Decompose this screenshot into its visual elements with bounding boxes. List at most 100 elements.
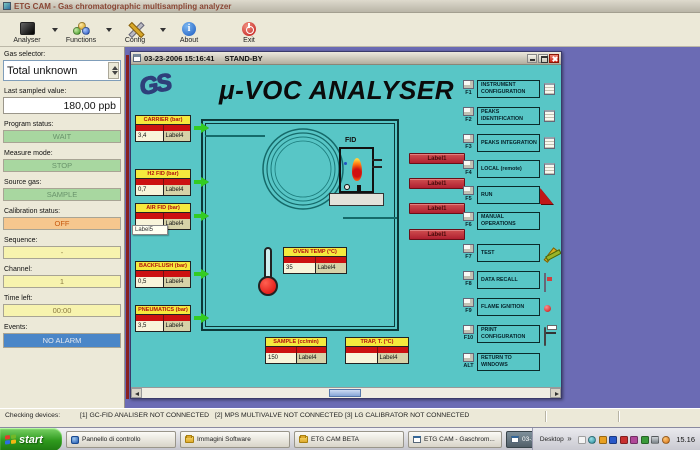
- fkey-row-f3: F3 PEAKS INTEGRATION: [461, 134, 559, 154]
- fid-knob: [344, 184, 350, 190]
- minimize-button[interactable]: [527, 54, 537, 63]
- chevron-down-icon[interactable]: [104, 15, 112, 45]
- page-title: μ-VOC ANALYSER: [219, 75, 454, 106]
- analyser-window-mode: STAND-BY: [224, 54, 262, 63]
- taskbar: start Pannello di controllo Immagini Sof…: [0, 427, 700, 450]
- gas-selector-dropdown[interactable]: Total unknown: [3, 60, 121, 81]
- ignitor-dot: [344, 162, 347, 165]
- about-button[interactable]: About: [166, 15, 212, 45]
- horizontal-scrollbar[interactable]: [131, 387, 561, 398]
- scroll-right-arrow[interactable]: [550, 388, 561, 398]
- analyser-button[interactable]: Analyser: [4, 15, 50, 45]
- gauge-title: H2 FID (bar): [136, 170, 190, 179]
- gauge-title: AIR FID (bar): [136, 204, 190, 213]
- analyser-window: 03-23-2006 15:16:41 STAND-BY GS μ-VOC AN…: [130, 51, 562, 399]
- app-icon: [3, 2, 11, 10]
- peaks-identification-button[interactable]: PEAKS IDENTIFICATION: [477, 107, 540, 125]
- status-led: Label1: [409, 203, 465, 214]
- window-icon: [511, 436, 519, 443]
- desktop-screen: ETG CAM - Gas chromatographic multisampl…: [0, 0, 700, 450]
- run-button[interactable]: RUN: [477, 186, 540, 204]
- gauge-pneumatics: PNEUMATICS (bar) 3,5Label4: [135, 305, 191, 332]
- system-tray: Desktop 15.16: [532, 428, 700, 450]
- gauge-label: Label4: [164, 321, 191, 331]
- start-button-label: start: [19, 434, 43, 446]
- fkey-label: F6: [461, 222, 476, 228]
- exit-button-label: Exit: [243, 37, 255, 44]
- channel-label: Channel:: [4, 266, 120, 273]
- chevron-down-icon[interactable]: [50, 15, 58, 45]
- exit-button[interactable]: Exit: [226, 15, 272, 45]
- maximize-button[interactable]: [538, 54, 548, 63]
- status-led: Label1: [409, 229, 465, 240]
- tray-icon[interactable]: [609, 436, 617, 444]
- fkey-row-f4: F4 LOCAL (remote): [461, 160, 559, 180]
- print-configuration-button[interactable]: PRINT CONFIGURATION: [477, 325, 540, 343]
- config-button[interactable]: Config: [112, 15, 158, 45]
- instrument-configuration-button[interactable]: INSTRUMENT CONFIGURATION: [477, 80, 540, 98]
- fkey-label: F5: [461, 196, 476, 202]
- fkey-row-f5: F5 RUN: [461, 186, 559, 206]
- measure-mode-label: Measure mode:: [4, 150, 120, 157]
- scrollbar-thumb[interactable]: [329, 389, 361, 397]
- gauge-label: Label4: [297, 353, 327, 363]
- red-dot-icon: [544, 305, 551, 312]
- task-control-panel[interactable]: Pannello di controllo: [66, 431, 176, 448]
- key-cube-icon: [463, 160, 474, 169]
- gauge-h2-fid: H2 FID (bar) 0,7Label4: [135, 169, 191, 196]
- key-cube-icon: [463, 80, 474, 89]
- tray-icon[interactable]: [588, 436, 596, 444]
- key-cube-icon: [463, 212, 474, 221]
- fid-knob: [357, 185, 361, 191]
- task-etg-cam-app[interactable]: ETG CAM - Gaschrom...: [408, 431, 502, 448]
- task-label: Pannello di controllo: [82, 436, 141, 443]
- tray-icon[interactable]: [630, 436, 638, 444]
- return-to-windows-button[interactable]: RETURN TO WINDOWS: [477, 353, 540, 371]
- status-led: Label1: [409, 178, 465, 189]
- gauge-backflush: BACKFLUSH (bar) 0,5Label4: [135, 261, 191, 288]
- fkey-label: ALT: [461, 363, 476, 369]
- close-button[interactable]: [549, 54, 559, 63]
- gauge-carrier: CARRIER (bar) 3,4Label4: [135, 115, 191, 142]
- window-title: ETG CAM - Gas chromatographic multisampl…: [14, 2, 231, 11]
- notepad-icon: [544, 110, 555, 122]
- key-cube-icon: [463, 107, 474, 116]
- tray-icon[interactable]: [641, 436, 649, 444]
- fkey-label: F8: [461, 281, 476, 287]
- notepad-icon: [544, 137, 555, 149]
- functions-button[interactable]: Functions: [58, 15, 104, 45]
- data-recall-button[interactable]: DATA RECALL: [477, 271, 540, 289]
- manual-operations-button[interactable]: MANUAL OPERATIONS: [477, 212, 540, 230]
- tray-icon[interactable]: [662, 436, 670, 444]
- peaks-integration-button[interactable]: PEAKS INTEGRATION: [477, 134, 540, 152]
- spinner-arrows-icon[interactable]: [108, 62, 119, 79]
- analyser-button-label: Analyser: [13, 37, 40, 44]
- about-icon: [182, 22, 196, 36]
- tray-icon[interactable]: [578, 436, 586, 444]
- tray-icon[interactable]: [599, 436, 607, 444]
- chevron-expand-icon[interactable]: [567, 435, 575, 445]
- gauge-label: Label4: [378, 353, 409, 363]
- fkey-label: F9: [461, 308, 476, 314]
- test-button[interactable]: TEST: [477, 244, 540, 262]
- local-remote-button[interactable]: LOCAL (remote): [477, 160, 540, 178]
- gauge-title: TRAP, T. (°C): [346, 338, 408, 347]
- fkey-row-f2: F2 PEAKS IDENTIFICATION: [461, 107, 559, 127]
- functions-button-label: Functions: [66, 37, 96, 44]
- fkey-label: F3: [461, 144, 476, 150]
- start-button[interactable]: start: [0, 428, 62, 450]
- flame-ignition-button[interactable]: FLAME IGNITION: [477, 298, 540, 316]
- chevron-down-icon[interactable]: [158, 15, 166, 45]
- task-etg-cam-beta[interactable]: ETG CAM BETA: [294, 431, 404, 448]
- fkey-row-f6: F6 MANUAL OPERATIONS: [461, 212, 559, 232]
- analyser-window-titlebar[interactable]: 03-23-2006 15:16:41 STAND-BY: [131, 52, 561, 65]
- scroll-left-arrow[interactable]: [131, 388, 142, 398]
- triangle-ruler-icon: [540, 188, 553, 204]
- tray-icon[interactable]: [651, 436, 659, 444]
- events-label: Events:: [4, 324, 120, 331]
- gauge-title: OVEN TEMP (°C): [284, 248, 346, 257]
- task-immagini-software[interactable]: Immagini Software: [180, 431, 290, 448]
- flow-arrow-icon: [194, 211, 209, 221]
- key-cube-icon: [463, 353, 474, 362]
- tray-icon[interactable]: [620, 436, 628, 444]
